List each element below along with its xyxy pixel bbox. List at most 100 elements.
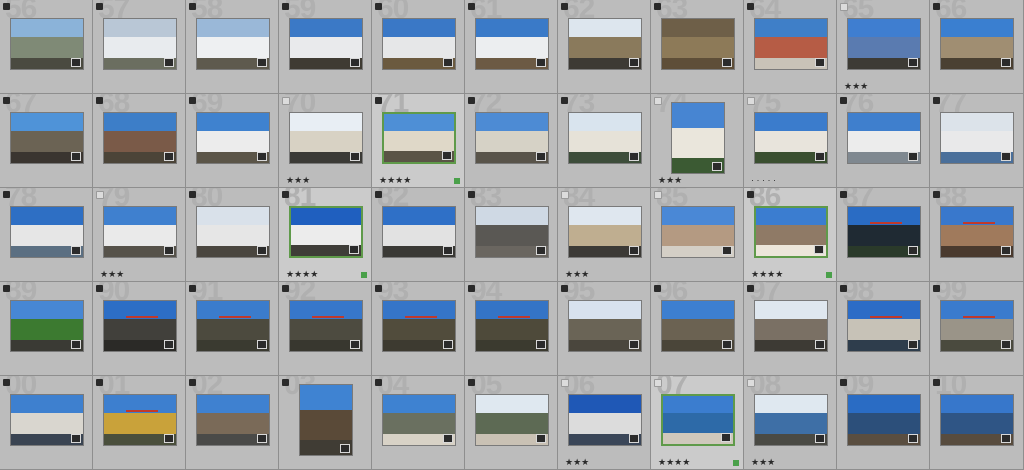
thumbnail-cell[interactable]: 64 — [744, 0, 837, 94]
edit-badge-icon[interactable] — [629, 246, 639, 255]
thumbnail-cell[interactable]: 92 — [279, 282, 372, 376]
photo-thumbnail[interactable] — [475, 206, 549, 258]
photo-thumbnail[interactable] — [754, 394, 828, 446]
thumbnail-cell[interactable]: 69 — [186, 94, 279, 188]
thumbnail-cell[interactable]: 04 — [372, 376, 465, 470]
edit-badge-icon[interactable] — [1001, 58, 1011, 67]
flag-icon[interactable] — [375, 191, 382, 198]
photo-thumbnail[interactable] — [847, 300, 921, 352]
flag-icon[interactable] — [747, 191, 754, 198]
thumbnail-cell[interactable]: 05 — [465, 376, 558, 470]
photo-thumbnail[interactable] — [661, 18, 735, 70]
thumbnail-cell[interactable]: 99 — [930, 282, 1024, 376]
photo-thumbnail[interactable] — [103, 300, 177, 352]
edit-badge-icon[interactable] — [536, 340, 546, 349]
flag-icon[interactable] — [3, 379, 10, 386]
photo-thumbnail[interactable] — [754, 206, 828, 258]
thumbnail-cell[interactable]: 88 — [930, 188, 1024, 282]
flag-icon[interactable] — [654, 285, 661, 292]
edit-badge-icon[interactable] — [536, 246, 546, 255]
edit-badge-icon[interactable] — [722, 340, 732, 349]
thumbnail-cell[interactable]: 67 — [0, 94, 93, 188]
edit-badge-icon[interactable] — [536, 58, 546, 67]
thumbnail-cell[interactable]: 84 ★★★ — [558, 188, 651, 282]
edit-badge-icon[interactable] — [164, 58, 174, 67]
thumbnail-cell[interactable]: 58 — [186, 0, 279, 94]
thumbnail-cell[interactable]: 87 — [837, 188, 930, 282]
edit-badge-icon[interactable] — [340, 444, 350, 453]
flag-icon[interactable] — [561, 97, 568, 104]
thumbnail-cell[interactable]: 60 — [372, 0, 465, 94]
thumbnail-cell[interactable]: 71 ★★★★ — [372, 94, 465, 188]
flag-icon[interactable] — [933, 379, 940, 386]
photo-thumbnail[interactable] — [940, 206, 1014, 258]
thumbnail-cell[interactable]: 76 — [837, 94, 930, 188]
thumbnail-cell[interactable]: 86 ★★★★ — [744, 188, 837, 282]
flag-icon[interactable] — [3, 191, 10, 198]
photo-thumbnail[interactable] — [847, 206, 921, 258]
flag-icon[interactable] — [468, 97, 475, 104]
photo-thumbnail[interactable] — [382, 206, 456, 258]
flag-icon[interactable] — [96, 379, 103, 386]
flag-icon[interactable] — [933, 285, 940, 292]
flag-icon[interactable] — [96, 285, 103, 292]
flag-icon[interactable] — [840, 379, 847, 386]
thumbnail-cell[interactable]: 93 — [372, 282, 465, 376]
photo-thumbnail[interactable] — [568, 18, 642, 70]
photo-thumbnail[interactable] — [847, 394, 921, 446]
edit-badge-icon[interactable] — [71, 340, 81, 349]
flag-icon[interactable] — [282, 379, 289, 386]
flag-icon[interactable] — [747, 379, 755, 387]
flag-icon[interactable] — [747, 3, 754, 10]
flag-icon[interactable] — [282, 191, 289, 198]
edit-badge-icon[interactable] — [350, 58, 360, 67]
edit-badge-icon[interactable] — [71, 58, 81, 67]
star-rating[interactable]: ★★★★ — [286, 270, 318, 279]
star-rating[interactable]: ★★★ — [844, 82, 868, 91]
photo-thumbnail[interactable] — [568, 300, 642, 352]
flag-icon[interactable] — [747, 97, 755, 105]
flag-icon[interactable] — [747, 285, 754, 292]
photo-thumbnail[interactable] — [661, 300, 735, 352]
flag-icon[interactable] — [561, 191, 569, 199]
flag-icon[interactable] — [840, 191, 847, 198]
flag-icon[interactable] — [375, 285, 382, 292]
thumbnail-cell[interactable]: 68 — [93, 94, 186, 188]
thumbnail-cell[interactable]: 82 — [372, 188, 465, 282]
edit-badge-icon[interactable] — [350, 152, 360, 161]
photo-thumbnail[interactable] — [382, 18, 456, 70]
thumbnail-cell[interactable]: 03 — [279, 376, 372, 470]
edit-badge-icon[interactable] — [71, 246, 81, 255]
edit-badge-icon[interactable] — [443, 434, 453, 443]
thumbnail-cell[interactable]: 95 — [558, 282, 651, 376]
edit-badge-icon[interactable] — [814, 245, 824, 254]
thumbnail-cell[interactable]: 65 ★★★ — [837, 0, 930, 94]
photo-thumbnail[interactable] — [382, 112, 456, 164]
edit-badge-icon[interactable] — [1001, 246, 1011, 255]
photo-thumbnail[interactable] — [10, 394, 84, 446]
photo-thumbnail[interactable] — [754, 112, 828, 164]
flag-icon[interactable] — [840, 3, 848, 11]
photo-thumbnail[interactable] — [289, 18, 363, 70]
thumbnail-cell[interactable]: 08 ★★★ — [744, 376, 837, 470]
thumbnail-cell[interactable]: 72 — [465, 94, 558, 188]
flag-icon[interactable] — [654, 97, 662, 105]
flag-icon[interactable] — [468, 379, 475, 386]
thumbnail-cell[interactable]: 74★★★ — [651, 94, 744, 188]
photo-thumbnail[interactable] — [289, 112, 363, 164]
photo-thumbnail[interactable] — [940, 112, 1014, 164]
edit-badge-icon[interactable] — [257, 152, 267, 161]
thumbnail-cell[interactable]: 75 · · · · · — [744, 94, 837, 188]
thumbnail-cell[interactable]: 81 ★★★★ — [279, 188, 372, 282]
edit-badge-icon[interactable] — [536, 152, 546, 161]
edit-badge-icon[interactable] — [443, 58, 453, 67]
photo-thumbnail[interactable] — [196, 18, 270, 70]
photo-thumbnail[interactable] — [196, 394, 270, 446]
photo-thumbnail[interactable] — [568, 112, 642, 164]
edit-badge-icon[interactable] — [71, 434, 81, 443]
star-rating[interactable]: ★★★ — [565, 458, 589, 467]
flag-icon[interactable] — [840, 285, 847, 292]
edit-badge-icon[interactable] — [71, 152, 81, 161]
edit-badge-icon[interactable] — [712, 162, 722, 171]
thumbnail-cell[interactable]: 10 — [930, 376, 1024, 470]
